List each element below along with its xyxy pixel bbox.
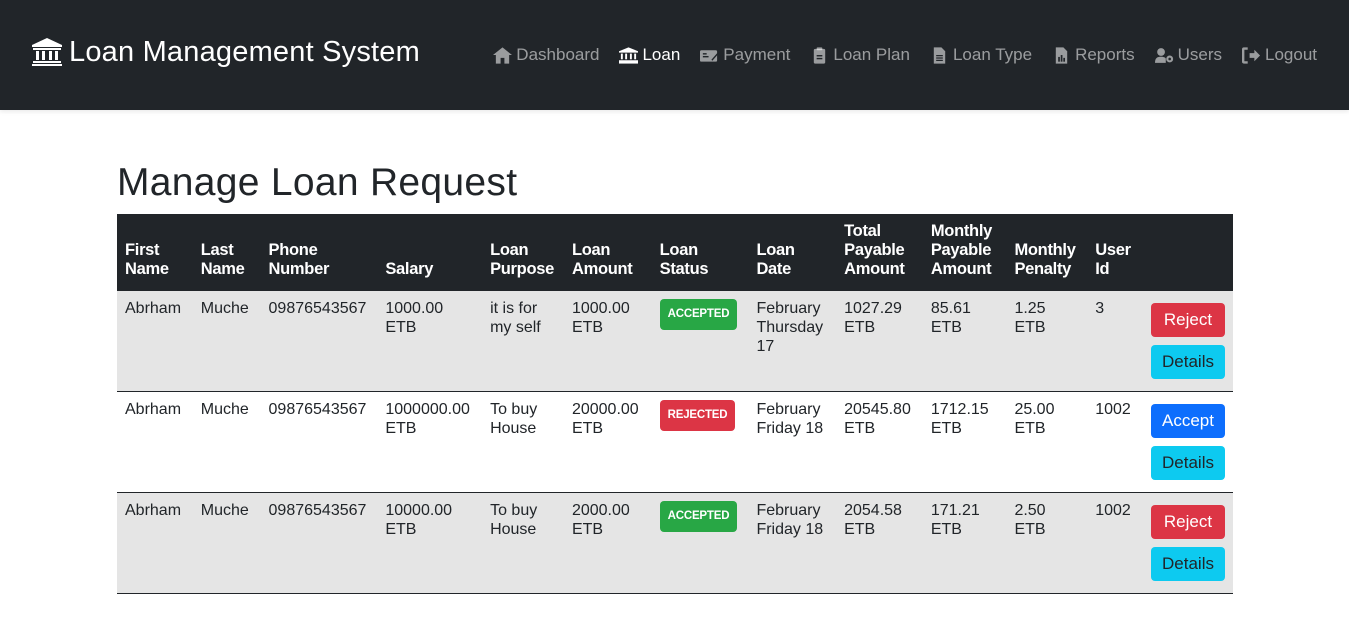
header-total: Total Payable Amount — [836, 214, 923, 291]
details-button[interactable]: Details — [1151, 345, 1225, 379]
cell-monthly: 171.21 ETB — [922, 492, 1007, 594]
cell-actions: Reject Details — [1143, 492, 1233, 594]
cell-total: 2054.58 ETB — [836, 492, 923, 594]
cell-amount: 2000.00 ETB — [563, 492, 652, 594]
header-monthly: Monthly Payable Amount — [922, 214, 1007, 291]
reject-button[interactable]: Reject — [1151, 303, 1225, 337]
header-penalty: Monthly Penalty — [1006, 214, 1088, 291]
header-amount: Loan Amount — [563, 214, 652, 291]
table-row: Abrham Muche 09876543567 10000.00 ETB To… — [117, 492, 1233, 594]
cell-monthly: 85.61 ETB — [922, 290, 1007, 392]
details-button[interactable]: Details — [1151, 546, 1225, 581]
cell-phone: 09876543567 — [260, 290, 378, 392]
header-last-name: Last Name — [192, 214, 261, 291]
nav-reports[interactable]: Reports — [1042, 45, 1145, 65]
nav-dashboard[interactable]: Dashboard — [483, 45, 609, 65]
cell-purpose: it is for my self — [482, 290, 564, 392]
cell-date: February Friday 18 — [748, 391, 837, 493]
nav-label: Dashboard — [516, 45, 600, 64]
cell-phone: 09876543567 — [260, 391, 378, 493]
cell-penalty: 2.50 ETB — [1006, 492, 1088, 594]
user-cog-icon — [1154, 47, 1173, 63]
header-actions — [1143, 214, 1233, 291]
cell-purpose: To buy House — [482, 492, 564, 594]
cell-first-name: Abrham — [117, 492, 193, 594]
table-row: Abrham Muche 09876543567 1000.00 ETB it … — [117, 290, 1233, 392]
cell-monthly: 1712.15 ETB — [922, 391, 1007, 493]
cell-purpose: To buy House — [482, 391, 564, 493]
cell-salary: 1000.00 ETB — [377, 290, 483, 392]
nav-payment[interactable]: Payment — [690, 45, 800, 65]
nav-loan-plan[interactable]: Loan Plan — [800, 45, 920, 65]
cell-status: ACCEPTED — [651, 290, 749, 392]
cell-last-name: Muche — [192, 391, 261, 493]
cell-user-id: 1002 — [1087, 391, 1143, 493]
bank-icon — [32, 38, 62, 66]
clipboard-check-icon — [814, 46, 826, 64]
loan-requests-table: First Name Last Name Phone Number Salary… — [117, 214, 1233, 594]
cell-total: 1027.29 ETB — [836, 290, 923, 392]
main-content: Manage Loan Request First Name Last Name… — [117, 110, 1233, 594]
nav-label: Reports — [1075, 45, 1135, 64]
cell-status: REJECTED — [651, 391, 749, 493]
cell-first-name: Abrham — [117, 290, 193, 392]
cell-salary: 1000000.00 ETB — [377, 391, 483, 493]
cell-salary: 10000.00 ETB — [377, 492, 483, 594]
nav-label: Logout — [1265, 45, 1317, 64]
header-user-id: User Id — [1087, 214, 1143, 291]
details-button[interactable]: Details — [1151, 445, 1225, 480]
money-check-icon — [700, 49, 720, 62]
brand-title: Loan Management System — [69, 35, 420, 68]
nav-label: Loan — [642, 45, 681, 64]
header-purpose: Loan Purpose — [482, 214, 564, 291]
cell-penalty: 1.25 ETB — [1006, 290, 1088, 392]
cell-phone: 09876543567 — [260, 492, 378, 594]
file-chart-icon — [1055, 46, 1068, 64]
nav-loan[interactable]: Loan — [609, 45, 690, 65]
cell-date: February Friday 18 — [748, 492, 837, 594]
status-badge: REJECTED — [659, 399, 736, 431]
header-salary: Salary — [377, 214, 483, 291]
main-nav: Dashboard Loan Payment Loan Plan Loan Ty… — [483, 45, 1317, 65]
cell-amount: 20000.00 ETB — [563, 391, 652, 493]
status-badge: ACCEPTED — [659, 299, 738, 330]
file-alt-icon — [933, 46, 946, 64]
reject-button[interactable]: Reject — [1151, 504, 1225, 539]
cell-user-id: 3 — [1087, 290, 1143, 392]
sign-out-icon — [1242, 46, 1261, 64]
cell-last-name: Muche — [192, 290, 261, 392]
cell-date: February Thursday 17 — [748, 290, 837, 392]
nav-label: Payment — [723, 45, 791, 64]
nav-label: Users — [1177, 45, 1222, 64]
nav-loan-type[interactable]: Loan Type — [920, 45, 1042, 65]
nav-logout[interactable]: Logout — [1232, 45, 1317, 65]
cell-penalty: 25.00 ETB — [1006, 391, 1088, 493]
nav-label: Loan Plan — [833, 45, 910, 64]
brand[interactable]: Loan Management System — [32, 36, 420, 69]
cell-actions: Reject Details — [1143, 290, 1233, 392]
page-title: Manage Loan Request — [117, 161, 518, 204]
nav-users[interactable]: Users — [1145, 45, 1232, 65]
nav-label: Loan Type — [952, 45, 1033, 64]
header-date: Loan Date — [748, 214, 837, 291]
cell-status: ACCEPTED — [651, 492, 749, 594]
top-navbar: Loan Management System Dashboard Loan Pa… — [0, 0, 1349, 110]
header-status: Loan Status — [651, 214, 749, 291]
home-icon — [493, 46, 513, 64]
header-first-name: First Name — [117, 214, 193, 291]
cell-total: 20545.80 ETB — [836, 391, 923, 493]
table-header-row: First Name Last Name Phone Number Salary… — [117, 214, 1233, 291]
cell-last-name: Muche — [192, 492, 261, 594]
cell-actions: Accept Details — [1143, 391, 1233, 493]
status-badge: ACCEPTED — [659, 500, 738, 532]
bank-icon — [619, 46, 639, 64]
accept-button[interactable]: Accept — [1151, 403, 1225, 438]
cell-amount: 1000.00 ETB — [563, 290, 652, 392]
cell-first-name: Abrham — [117, 391, 193, 493]
cell-user-id: 1002 — [1087, 492, 1143, 594]
table-row: Abrham Muche 09876543567 1000000.00 ETB … — [117, 391, 1233, 493]
header-phone: Phone Number — [260, 214, 378, 291]
